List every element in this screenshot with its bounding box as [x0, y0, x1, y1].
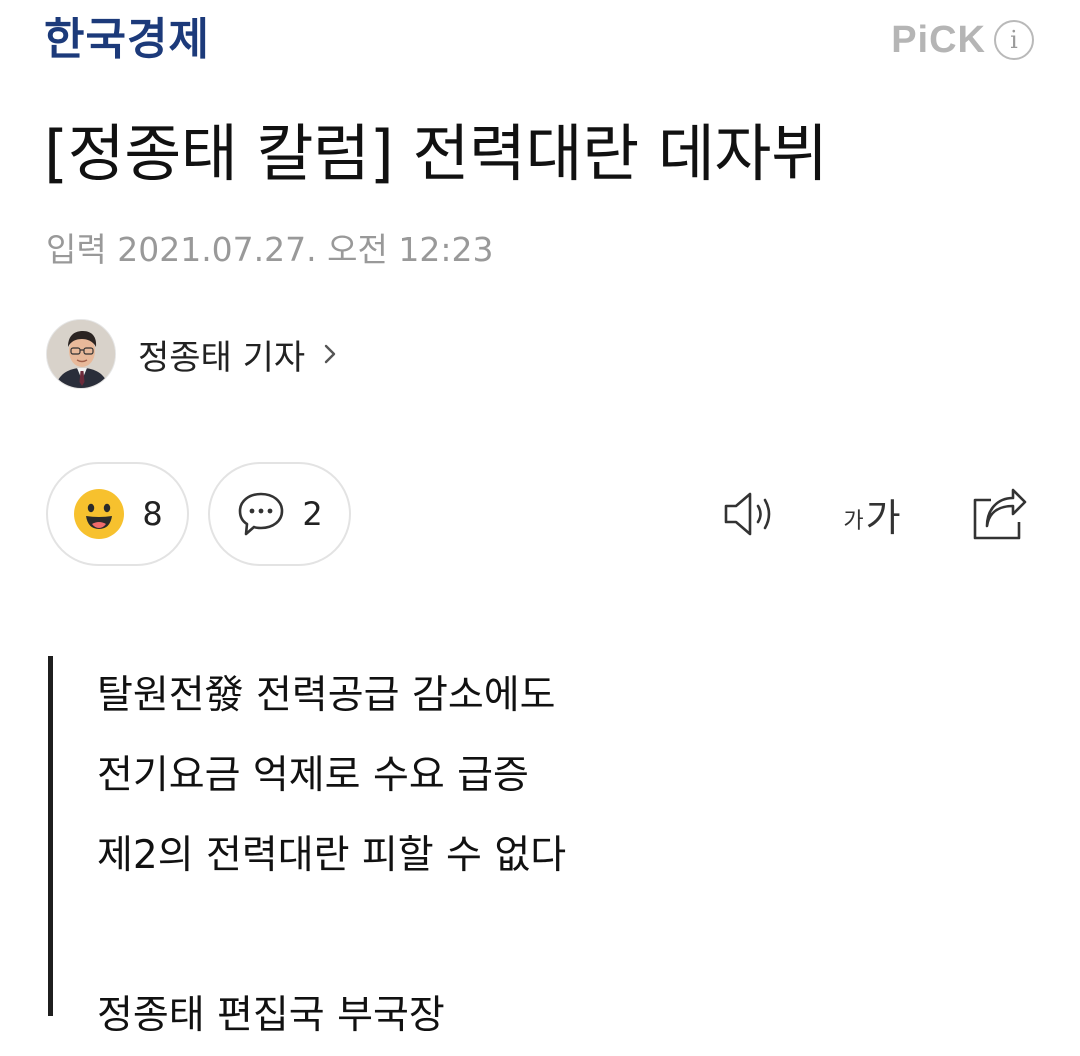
summary-spacer	[97, 896, 748, 976]
chevron-right-icon	[325, 344, 336, 364]
summary-line: 전기요금 억제로 수요 급증	[97, 753, 529, 798]
font-size-large-label: 가	[865, 495, 901, 540]
share-icon	[973, 488, 1027, 540]
share-button[interactable]	[966, 484, 1032, 544]
speech-bubble-icon	[239, 492, 284, 536]
font-size-small-label: 가	[843, 509, 864, 534]
summary-line: 제2의 전력대란 피할 수 없다	[97, 833, 567, 878]
author-portrait-icon	[47, 320, 115, 388]
speaker-icon	[724, 492, 771, 536]
summary-byline: 정종태 편집국 부국장	[97, 993, 445, 1038]
pick-label: PiCK	[891, 18, 986, 61]
info-icon[interactable]: i	[994, 20, 1034, 60]
comment-count: 2	[302, 495, 323, 533]
author-name: 정종태 기자	[138, 337, 306, 378]
publisher-logo[interactable]: 한국경제	[44, 12, 210, 68]
comment-button[interactable]: 2	[208, 462, 351, 566]
article-dateline: 입력 2021.07.27. 오전 12:23	[46, 230, 494, 269]
article-title: [정종태 칼럼] 전력대란 데자뷔	[44, 117, 828, 190]
tts-button[interactable]	[718, 484, 784, 544]
article-summary: 탈원전發 전력공급 감소에도 전기요금 억제로 수요 급증 제2의 전력대란 피…	[48, 656, 748, 1038]
author-avatar	[46, 319, 116, 389]
summary-line: 탈원전發 전력공급 감소에도	[97, 673, 556, 718]
reaction-button[interactable]: 8	[46, 462, 189, 566]
author-link[interactable]: 정종태 기자	[46, 318, 341, 390]
reaction-count: 8	[142, 495, 163, 533]
smile-emoji-icon	[74, 489, 125, 539]
pick-badge[interactable]: PiCK i	[891, 14, 1034, 66]
font-size-button[interactable]: 가 가	[832, 484, 912, 544]
